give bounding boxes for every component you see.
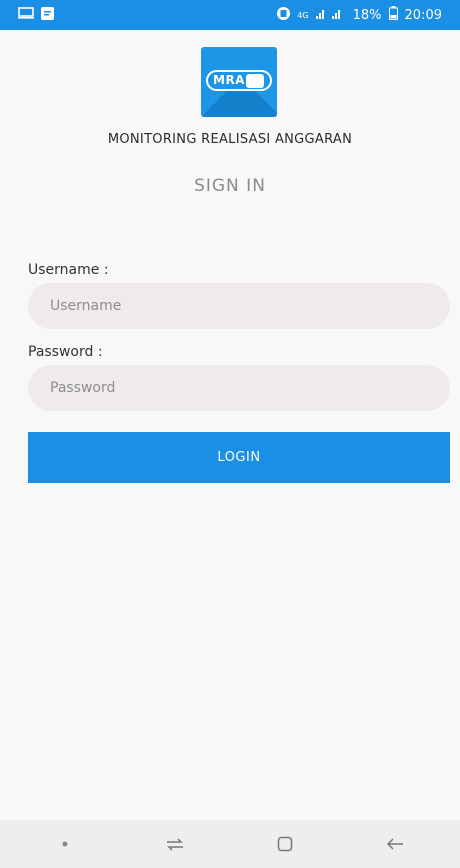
logo-badge: MRA xyxy=(206,70,272,91)
stack-icon xyxy=(246,74,264,88)
dot-icon[interactable] xyxy=(45,829,85,859)
username-input[interactable] xyxy=(28,283,450,329)
login-button[interactable]: LOGIN xyxy=(28,432,450,483)
home-icon[interactable] xyxy=(265,829,305,859)
battery-percent: 18% xyxy=(352,7,382,23)
screen-title: SIGN IN xyxy=(194,176,266,196)
navigation-bar xyxy=(0,820,460,868)
status-bar: 4G 18% 20:09 xyxy=(0,0,460,30)
app-logo: MRA xyxy=(201,47,277,117)
status-right-icons: 4G 18% 20:09 xyxy=(277,6,442,24)
app-title: MONITORING REALISASI ANGGARAN xyxy=(107,132,353,147)
sync-icon xyxy=(277,6,291,24)
signal-icon xyxy=(315,7,346,23)
password-label: Password : xyxy=(28,344,103,360)
logo-text: MRA xyxy=(213,73,245,87)
username-label: Username : xyxy=(28,262,109,278)
clock: 20:09 xyxy=(404,7,442,23)
status-left-icons xyxy=(18,6,54,24)
message-icon xyxy=(41,6,54,24)
recent-apps-icon[interactable] xyxy=(155,829,195,859)
network-type-label: 4G xyxy=(297,10,309,20)
password-input[interactable] xyxy=(28,365,450,411)
battery-icon xyxy=(388,6,398,24)
screen-icon xyxy=(18,7,34,23)
back-icon[interactable] xyxy=(375,829,415,859)
